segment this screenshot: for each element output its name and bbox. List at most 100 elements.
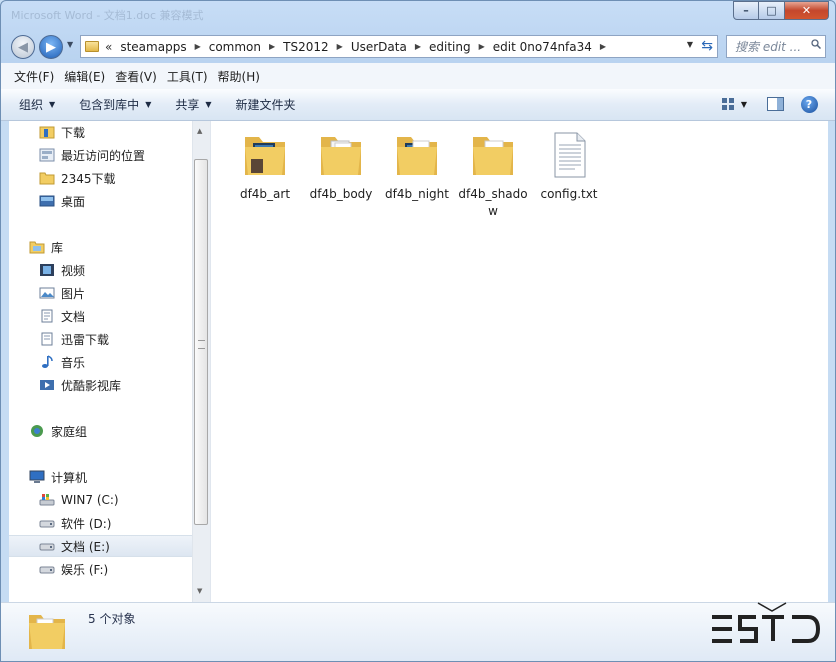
chevron-right-icon[interactable]: ▶ bbox=[479, 42, 485, 51]
scroll-down-icon[interactable]: ▼ bbox=[197, 587, 202, 595]
search-box[interactable]: 搜索 edit ... bbox=[726, 35, 826, 58]
nav-item-libraries[interactable]: 库 bbox=[9, 236, 192, 258]
folder-icon bbox=[29, 615, 65, 649]
folder-icon bbox=[473, 137, 513, 175]
recent-pages-dropdown[interactable]: ▼ bbox=[67, 40, 73, 49]
maximize-button[interactable]: □ bbox=[759, 1, 785, 20]
document-icon bbox=[41, 309, 53, 323]
file-name: df4b_shadow bbox=[458, 187, 528, 218]
new-folder-button[interactable]: 新建文件夹 bbox=[236, 96, 296, 113]
folder-icon bbox=[321, 137, 361, 175]
forward-button[interactable]: ▶ bbox=[39, 35, 63, 59]
command-bar: 组织 ▼ 包含到库中 ▼ 共享 ▼ 新建文件夹 ▼ ? bbox=[1, 89, 835, 121]
file-item-config-txt[interactable]: config.txt bbox=[533, 129, 605, 203]
minimize-button[interactable]: – bbox=[733, 1, 759, 20]
file-item-df4b-art[interactable]: df4b_art bbox=[229, 129, 301, 203]
nav-item-drive-c[interactable]: WIN7 (C:) bbox=[9, 489, 192, 511]
caret-down-icon: ▼ bbox=[205, 100, 212, 109]
view-controls: ▼ ? bbox=[709, 95, 819, 113]
chevron-down-icon[interactable]: ▼ bbox=[687, 40, 693, 49]
view-options-button[interactable] bbox=[719, 95, 739, 113]
back-button[interactable]: ◀ bbox=[11, 35, 35, 59]
scroll-thumb[interactable] bbox=[194, 159, 208, 525]
nav-item-computer[interactable]: 计算机 bbox=[9, 466, 192, 488]
file-list[interactable]: df4b_art df4b_body df4b_night df4b_shado… bbox=[210, 121, 828, 602]
menu-bar: 文件(F) 编辑(E) 查看(V) 工具(T) 帮助(H) bbox=[1, 63, 835, 90]
nav-label: 桌面 bbox=[61, 194, 86, 209]
breadcrumb-editing[interactable]: editing bbox=[429, 40, 471, 54]
help-button[interactable]: ? bbox=[799, 95, 819, 113]
search-icon[interactable] bbox=[811, 39, 821, 49]
menu-file[interactable]: 文件(F) bbox=[9, 68, 59, 85]
nav-item-desktop[interactable]: 桌面 bbox=[9, 190, 192, 212]
nav-label: 下载 bbox=[61, 125, 86, 140]
share-button[interactable]: 共享 ▼ bbox=[175, 96, 211, 113]
file-item-df4b-body[interactable]: df4b_body bbox=[305, 129, 377, 203]
hard-drive-icon bbox=[39, 520, 55, 528]
nav-item-downloads[interactable]: 下载 bbox=[9, 121, 192, 143]
nav-item-documents[interactable]: 文档 bbox=[9, 305, 192, 327]
folder-icon bbox=[85, 41, 99, 52]
include-in-library-button[interactable]: 包含到库中 ▼ bbox=[79, 96, 151, 113]
nav-scrollbar[interactable]: ▲ ▼ bbox=[192, 121, 210, 602]
chevron-right-icon[interactable]: ▶ bbox=[195, 42, 201, 51]
preview-pane-button[interactable] bbox=[765, 95, 785, 113]
nav-label: 库 bbox=[51, 240, 64, 255]
preview-pane-icon bbox=[766, 97, 784, 111]
search-input[interactable]: 搜索 edit ... bbox=[735, 38, 801, 55]
breadcrumb-userdata[interactable]: UserData bbox=[351, 40, 407, 54]
file-item-df4b-night[interactable]: df4b_night bbox=[381, 129, 453, 203]
computer-icon bbox=[29, 470, 45, 483]
arrow-left-icon: ◀ bbox=[18, 39, 28, 55]
address-bar[interactable]: « steamapps ▶ common ▶ TS2012 ▶ UserData ▶ e… bbox=[80, 35, 718, 58]
breadcrumb-current[interactable]: edit 0no74nfa34 bbox=[493, 40, 592, 54]
nav-item-homegroup[interactable]: 家庭组 bbox=[9, 420, 192, 442]
nav-label: 迅雷下载 bbox=[61, 332, 110, 347]
nav-item-youku-library[interactable]: 优酷影视库 bbox=[9, 374, 192, 396]
file-name: df4b_night bbox=[385, 187, 449, 201]
breadcrumb-steamapps[interactable]: steamapps bbox=[120, 40, 186, 54]
nav-item-drive-d[interactable]: 软件 (D:) bbox=[9, 512, 192, 534]
nav-label: 优酷影视库 bbox=[61, 378, 122, 393]
file-name: df4b_body bbox=[309, 187, 373, 201]
chevron-right-icon[interactable]: ▶ bbox=[337, 42, 343, 51]
homegroup-icon bbox=[31, 425, 43, 437]
nav-item-pictures[interactable]: 图片 bbox=[9, 282, 192, 304]
nav-item-drive-f[interactable]: 娱乐 (F:) bbox=[9, 558, 192, 580]
title-bar[interactable]: Microsoft Word - 文档1.doc 兼容模式 – □ ✕ bbox=[1, 1, 835, 31]
organize-button[interactable]: 组织 ▼ bbox=[19, 96, 55, 113]
scroll-up-icon[interactable]: ▲ bbox=[197, 127, 202, 135]
nav-item-recent[interactable]: 最近访问的位置 bbox=[9, 144, 192, 166]
nav-label: 2345下载 bbox=[61, 171, 116, 186]
window-controls: – □ ✕ bbox=[733, 1, 829, 20]
breadcrumb-ts2012[interactable]: TS2012 bbox=[283, 40, 329, 54]
close-icon: ✕ bbox=[801, 4, 812, 17]
video-icon bbox=[40, 264, 54, 276]
nav-item-drive-e[interactable]: 文档 (E:) bbox=[9, 535, 192, 557]
breadcrumb-common[interactable]: common bbox=[209, 40, 261, 54]
chevron-right-icon[interactable]: ▶ bbox=[415, 42, 421, 51]
nav-item-2345-downloads[interactable]: 2345下载 bbox=[9, 167, 192, 189]
refresh-icon[interactable]: ⇆ bbox=[701, 38, 713, 54]
navigation-pane[interactable]: 下载 最近访问的位置 2345下载 桌面 库 视频 图片 文档 迅雷下载 音乐 … bbox=[9, 121, 192, 602]
menu-view[interactable]: 查看(V) bbox=[110, 68, 162, 85]
arrow-right-icon: ▶ bbox=[46, 39, 56, 55]
view-dropdown-icon[interactable]: ▼ bbox=[741, 100, 747, 109]
nav-item-music[interactable]: 音乐 bbox=[9, 351, 192, 373]
download-folder-icon bbox=[39, 126, 55, 139]
music-note-icon bbox=[42, 355, 53, 368]
chevron-right-icon[interactable]: ▶ bbox=[600, 42, 606, 51]
hard-drive-icon bbox=[39, 543, 55, 551]
menu-help[interactable]: 帮助(H) bbox=[213, 68, 265, 85]
new-folder-label: 新建文件夹 bbox=[235, 98, 296, 112]
menu-edit[interactable]: 编辑(E) bbox=[59, 68, 110, 85]
ghost-title: Microsoft Word - 文档1.doc 兼容模式 bbox=[11, 9, 204, 22]
share-label: 共享 bbox=[175, 98, 200, 112]
close-button[interactable]: ✕ bbox=[785, 1, 829, 20]
file-item-df4b-shadow[interactable]: df4b_shadow bbox=[457, 129, 529, 220]
nav-item-videos[interactable]: 视频 bbox=[9, 259, 192, 281]
menu-tools[interactable]: 工具(T) bbox=[162, 68, 213, 85]
chevron-right-icon[interactable]: ▶ bbox=[269, 42, 275, 51]
breadcrumb-overflow[interactable]: « bbox=[105, 40, 112, 54]
nav-item-thunder-downloads[interactable]: 迅雷下载 bbox=[9, 328, 192, 350]
